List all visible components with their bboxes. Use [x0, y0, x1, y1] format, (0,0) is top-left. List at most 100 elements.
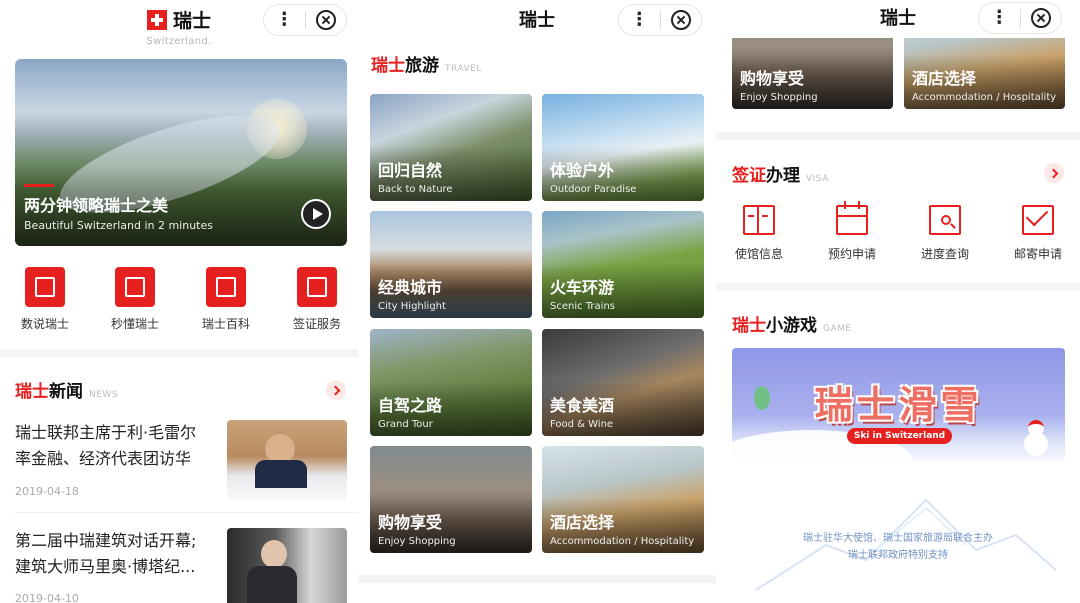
visa-item-embassy[interactable]: 使馆信息 [724, 205, 794, 262]
close-button[interactable] [1020, 8, 1061, 28]
news-item[interactable]: 瑞士联邦主席于利·毛雷尔 率金融、经济代表团访华 2019-04-18 [15, 420, 347, 500]
news-thumbnail [227, 420, 347, 500]
visa-game-panel: 购物享受 Enjoy Shopping 酒店选择 Accommodation /… [716, 0, 1080, 603]
visa-item-label: 进度查询 [920, 247, 969, 261]
visa-item-appointment[interactable]: 预约申请 [817, 201, 887, 262]
visa-section-en: VISA [806, 174, 829, 184]
tile-subtitle: Accommodation / Hospitality [912, 92, 1057, 103]
swiss-flag-icon [146, 9, 167, 30]
game-section-header: 瑞士小游戏 GAME [732, 311, 852, 336]
mini-program-capsule: ⋮ [618, 4, 702, 36]
tile-title: 回归自然 [378, 161, 443, 180]
travel-tile-drive[interactable]: 自驾之路 Grand Tour [370, 329, 532, 436]
mini-program-capsule: ⋮ [978, 2, 1062, 34]
snowman-icon [1021, 418, 1051, 456]
visa-item-label: 邮寄申请 [1013, 247, 1062, 261]
tile-title: 酒店选择 [550, 513, 615, 532]
game-banner-subtitle: Ski in Switzerland [847, 428, 952, 444]
quick-link-visa[interactable]: 签证服务 [277, 267, 357, 332]
tile-subtitle: Scenic Trains [550, 301, 615, 312]
footer-organizers: 瑞士驻华大使馆、瑞士国家旅游局联合主办 [803, 533, 993, 544]
footer-support: 瑞士联邦政府特别支持 [848, 550, 948, 561]
news-section-title: 瑞士新闻 [15, 382, 83, 402]
travel-section-header: 瑞士旅游 TRAVEL [371, 51, 482, 76]
building-icon [743, 205, 775, 235]
chart-book-icon [25, 267, 65, 307]
logo-title: 瑞士 [172, 10, 211, 32]
search-doc-icon [929, 205, 961, 235]
tile-title: 体验户外 [550, 161, 615, 180]
book-icon [206, 267, 246, 307]
game-banner-title: 瑞士滑雪 [814, 383, 983, 427]
visa-item-progress[interactable]: 进度查询 [910, 205, 980, 262]
news-section-header: 瑞士新闻 NEWS [15, 377, 118, 402]
top-bar: 瑞士 Switzerland. ⋮ [0, 0, 358, 47]
tile-subtitle: Grand Tour [378, 419, 433, 430]
travel-tile-food[interactable]: 美食美酒 Food & Wine [542, 329, 704, 436]
visa-item-label: 使馆信息 [734, 247, 783, 261]
mountain-watermark [756, 498, 1056, 591]
calendar-icon [836, 201, 868, 235]
section-divider [358, 575, 716, 583]
hero-video-card[interactable]: 两分钟领略瑞士之美 Beautiful Switzerland in 2 min… [15, 59, 347, 246]
top-bar: 瑞士 ⋮ [358, 0, 716, 46]
top-bar: 瑞士 ⋮ [716, 0, 1080, 38]
news-section-en: NEWS [89, 390, 119, 400]
tile-subtitle: Back to Nature [378, 184, 453, 195]
quick-link-label: 签证服务 [292, 317, 341, 331]
close-icon [1030, 8, 1051, 28]
quick-link-label: 数说瑞士 [20, 317, 69, 331]
play-icon[interactable] [301, 199, 331, 229]
hero-subtitle: Beautiful Switzerland in 2 minutes [24, 219, 213, 232]
play-box-icon [115, 267, 155, 307]
quick-link-label: 秒懂瑞士 [110, 317, 159, 331]
close-button[interactable] [660, 10, 701, 30]
visa-more-button[interactable] [1044, 163, 1064, 183]
more-options-icon[interactable]: ⋮ [264, 5, 305, 35]
news-title: 瑞士联邦主席于利·毛雷尔 率金融、经济代表团访华 [15, 423, 197, 468]
visa-section-header: 签证办理 VISA [732, 161, 829, 186]
news-title: 第二届中瑞建筑对话开幕; 建筑大师马里奥·博塔纪... [15, 531, 197, 576]
more-options-icon[interactable]: ⋮ [979, 3, 1020, 33]
mini-program-capsule: ⋮ [263, 4, 347, 36]
quick-link-video[interactable]: 秒懂瑞士 [95, 267, 175, 332]
quick-link-wiki[interactable]: 瑞士百科 [186, 267, 266, 332]
hero-title: 两分钟领略瑞士之美 [24, 196, 169, 215]
news-more-button[interactable] [326, 380, 346, 400]
section-divider [716, 283, 1080, 291]
tile-title: 购物享受 [740, 69, 805, 88]
section-divider [716, 132, 1080, 140]
travel-tile-nature[interactable]: 回归自然 Back to Nature [370, 94, 532, 201]
news-date: 2019-04-18 [15, 485, 79, 498]
travel-tile-city[interactable]: 经典城市 City Highlight [370, 211, 532, 318]
quick-link-label: 瑞士百科 [201, 317, 250, 331]
news-date: 2019-04-10 [15, 592, 79, 603]
hero-accent-bar [24, 184, 54, 187]
tile-subtitle: Enjoy Shopping [740, 92, 818, 103]
game-section-en: GAME [823, 324, 852, 334]
close-button[interactable] [305, 10, 346, 30]
visa-section-title: 签证办理 [732, 166, 800, 186]
tile-title: 购物享受 [378, 513, 443, 532]
tile-title: 火车环游 [550, 278, 615, 297]
travel-section-en: TRAVEL [445, 64, 482, 74]
news-item[interactable]: 第二届中瑞建筑对话开幕; 建筑大师马里奥·博塔纪... 2019-04-10 [15, 528, 347, 603]
close-icon [670, 10, 691, 30]
travel-tile-outdoor[interactable]: 体验户外 Outdoor Paradise [542, 94, 704, 201]
quick-link-data[interactable]: 数说瑞士 [5, 267, 85, 332]
travel-tile-train[interactable]: 火车环游 Scenic Trains [542, 211, 704, 318]
ski-game-banner[interactable]: 瑞士滑雪 Ski in Switzerland [732, 348, 1065, 460]
tile-subtitle: Food & Wine [550, 419, 614, 430]
tile-subtitle: Enjoy Shopping [378, 536, 456, 547]
home-panel: 瑞士 Switzerland. ⋮ 两分钟领略瑞士之美 Beautiful Sw… [0, 0, 358, 603]
more-options-icon[interactable]: ⋮ [619, 5, 660, 35]
tile-title: 经典城市 [378, 278, 443, 297]
tile-subtitle: Accommodation / Hospitality [550, 536, 695, 547]
visa-item-mail[interactable]: 邮寄申请 [1003, 203, 1073, 262]
travel-tile-hotel[interactable]: 酒店选择 Accommodation / Hospitality [542, 446, 704, 553]
travel-panel: 瑞士 ⋮ 瑞士旅游 TRAVEL 回归自然 Back to Nature 体验户… [358, 0, 716, 603]
tile-title: 自驾之路 [378, 396, 443, 415]
travel-tile-shopping[interactable]: 购物享受 Enjoy Shopping [370, 446, 532, 553]
section-divider [0, 349, 358, 357]
tile-title: 酒店选择 [912, 69, 977, 88]
